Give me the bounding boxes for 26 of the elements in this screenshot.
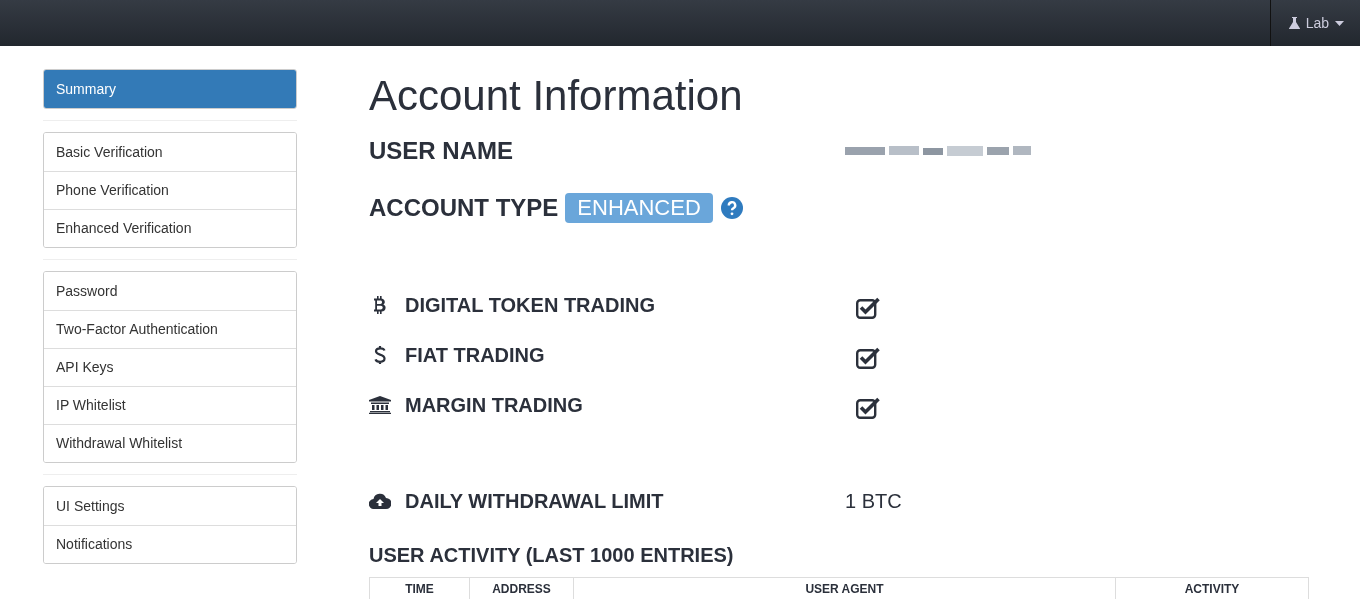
- permission-label: DIGITAL TOKEN TRADING: [405, 293, 656, 318]
- column-header: TIME: [404, 581, 435, 598]
- permission-label: MARGIN TRADING: [405, 393, 584, 418]
- column-header: USER AGENT: [573, 578, 1115, 599]
- column-header: ADDRESS: [469, 578, 573, 599]
- dollar-icon: [374, 345, 386, 365]
- sidebar-item[interactable]: Summary: [44, 70, 296, 108]
- section-title: USER ACTIVITY (LAST 1000 ENTRIES): [369, 543, 735, 568]
- bank-icon: [369, 396, 391, 414]
- column-header: ACTIVITY: [1115, 578, 1308, 599]
- sidebar-item[interactable]: Enhanced Verification: [44, 209, 296, 247]
- sidebar-item[interactable]: Notifications: [44, 525, 296, 563]
- cloud-upload-icon: [369, 493, 391, 509]
- permission-label: FIAT TRADING: [405, 343, 546, 368]
- flask-icon: [1288, 17, 1300, 29]
- account-type-badge: ENHANCED: [565, 193, 713, 223]
- caret-icon: [1335, 20, 1344, 26]
- help-icon[interactable]: [720, 197, 743, 219]
- bitcoin-icon: [374, 296, 386, 314]
- sidebar-item[interactable]: Withdrawal Whitelist: [44, 424, 296, 462]
- lab-menu-button[interactable]: Lab: [1269, 0, 1360, 46]
- field-value: 1 BTC: [845, 489, 902, 514]
- page-title: Account Information: [369, 71, 744, 121]
- field-label: USER NAME: [369, 136, 514, 166]
- field-label: ACCOUNT TYPE: [369, 193, 559, 223]
- field-label: DAILY WITHDRAWAL LIMIT: [405, 489, 665, 514]
